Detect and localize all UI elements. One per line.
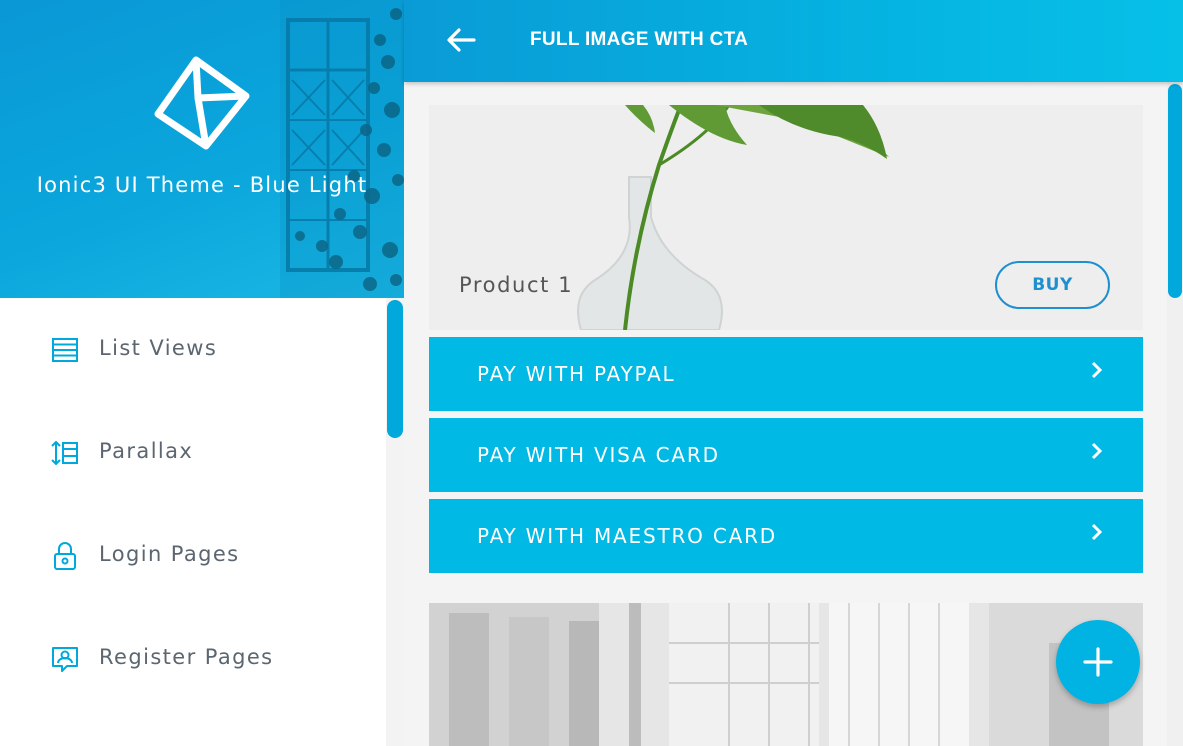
menu-item-register-pages[interactable]: Register Pages xyxy=(0,607,388,710)
chevron-right-icon xyxy=(1091,361,1103,379)
pay-button-label: PAY WITH VISA CARD xyxy=(477,443,720,467)
menu-header: Ionic3 UI Theme - Blue Light xyxy=(0,0,404,298)
buy-button[interactable]: BUY xyxy=(995,261,1110,309)
plus-icon xyxy=(1083,647,1113,677)
menu-item-label: Parallax xyxy=(99,439,194,463)
menu-list: List Views Parallax Login Pages Register… xyxy=(0,298,388,746)
arrow-back-icon[interactable] xyxy=(444,24,478,56)
pay-button-label: PAY WITH MAESTRO CARD xyxy=(477,524,777,548)
menu-item-parallax[interactable]: Parallax xyxy=(0,401,388,504)
add-fab-button[interactable] xyxy=(1056,620,1140,704)
chevron-right-icon xyxy=(1091,442,1103,460)
menu-scrollbar-thumb[interactable] xyxy=(387,300,403,438)
menu-item-label: Login Pages xyxy=(99,542,240,566)
chevron-right-icon xyxy=(1091,523,1103,541)
product-name: Product 1 xyxy=(459,273,574,297)
menu-title: Ionic3 UI Theme - Blue Light xyxy=(36,173,368,197)
toolbar: FULL IMAGE WITH CTA xyxy=(404,0,1183,82)
window-background-image xyxy=(280,0,404,298)
product-card: Product 1 BUY xyxy=(429,105,1143,330)
pay-with-maestro-card-button[interactable]: PAY WITH MAESTRO CARD xyxy=(429,499,1143,573)
pay-with-paypal-button[interactable]: PAY WITH PAYPAL xyxy=(429,337,1143,411)
parallax-icon xyxy=(51,440,78,466)
menu-item-label: List Views xyxy=(99,336,218,360)
lock-icon xyxy=(54,542,76,570)
menu-item-login-pages[interactable]: Login Pages xyxy=(0,504,388,607)
menu-scrollbar[interactable] xyxy=(386,298,404,746)
register-icon xyxy=(52,647,78,672)
pay-with-visa-card-button[interactable]: PAY WITH VISA CARD xyxy=(429,418,1143,492)
interior-image xyxy=(429,603,1143,746)
second-card-image xyxy=(429,603,1143,746)
side-menu: Ionic3 UI Theme - Blue Light List Views … xyxy=(0,0,404,746)
cube-logo-icon xyxy=(154,56,250,150)
content-scrollbar[interactable] xyxy=(1167,82,1183,746)
page-title: FULL IMAGE WITH CTA xyxy=(530,29,749,50)
menu-item-list-views[interactable]: List Views xyxy=(0,298,388,401)
pay-button-label: PAY WITH PAYPAL xyxy=(477,362,676,386)
list-icon xyxy=(52,338,78,362)
menu-item-label: Register Pages xyxy=(99,645,274,669)
content-scrollbar-thumb[interactable] xyxy=(1168,84,1182,298)
